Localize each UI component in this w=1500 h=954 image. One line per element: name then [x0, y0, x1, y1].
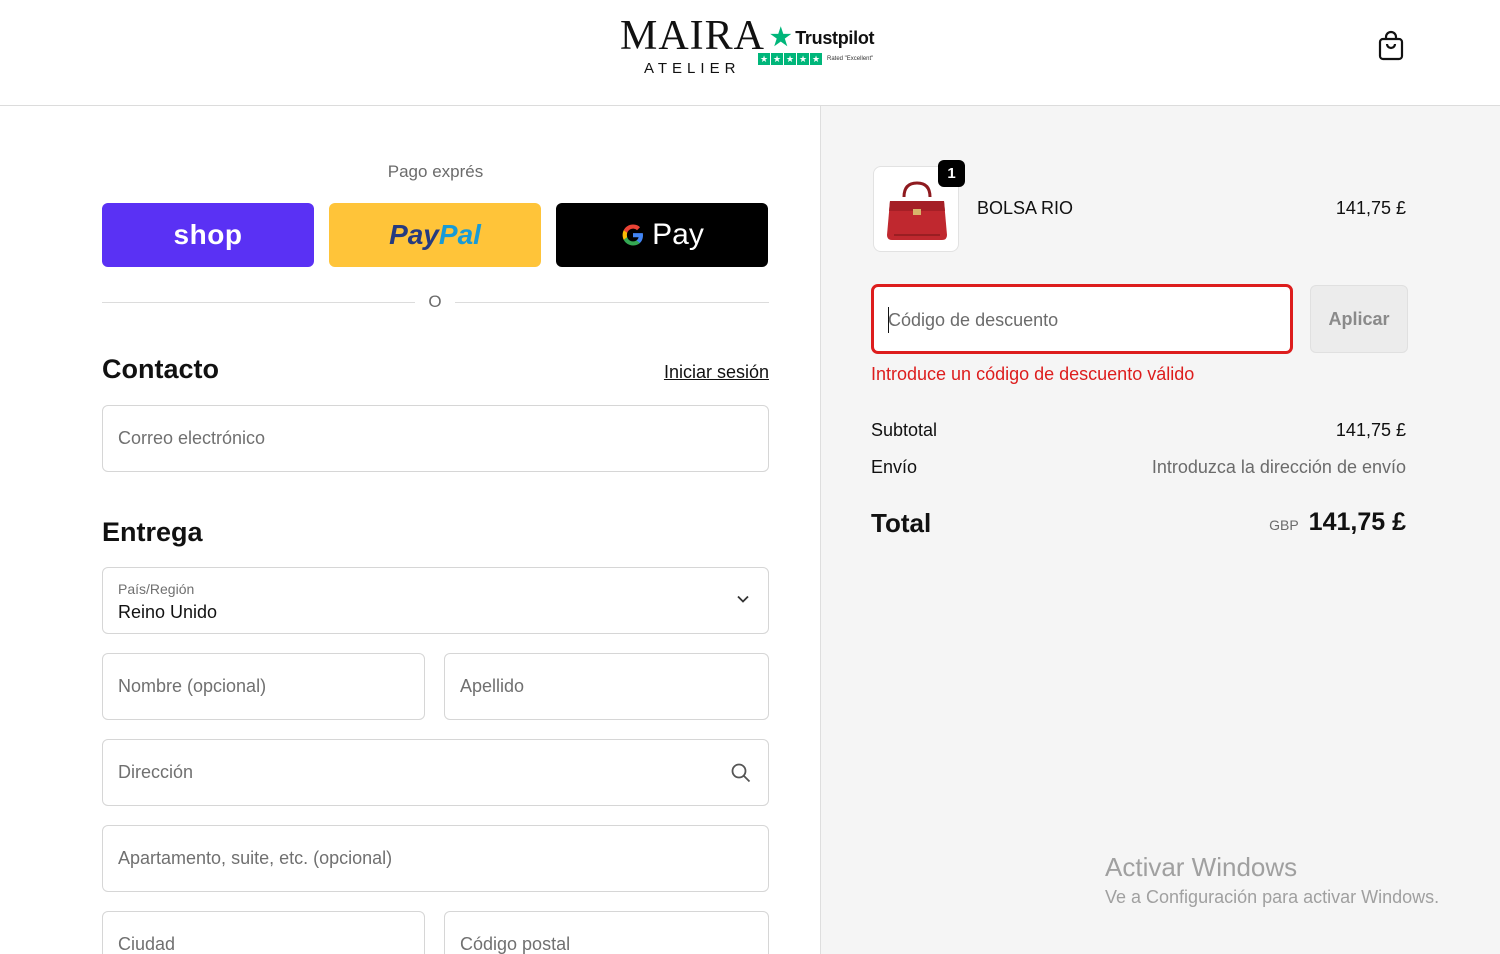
postcode-placeholder: Código postal — [460, 934, 571, 954]
discount-code-input[interactable]: Código de descuento — [871, 284, 1293, 354]
email-field[interactable]: Correo electrónico — [102, 405, 769, 472]
shop-pay-label: shop — [173, 219, 243, 250]
trustpilot-rated-text: Rated "Excellent" — [827, 56, 874, 62]
total-label: Total — [871, 508, 932, 538]
trustpilot-badge: ★ Trustpilot ★ ★ ★ ★ ★ Rated "Excellent" — [758, 24, 890, 70]
first-name-placeholder: Nombre (opcional) — [118, 676, 267, 696]
address-field[interactable]: Dirección — [102, 739, 769, 806]
logo-sub-text: ATELIER — [644, 60, 741, 77]
paypal-label-pal: Pal — [438, 219, 481, 250]
total-currency: GBP — [1269, 517, 1299, 533]
apply-discount-button[interactable]: Aplicar — [1310, 285, 1408, 353]
discount-placeholder: Código de descuento — [888, 310, 1059, 330]
postcode-field[interactable]: Código postal — [444, 911, 769, 954]
city-field[interactable]: Ciudad — [102, 911, 425, 954]
last-name-field[interactable]: Apellido — [444, 653, 769, 720]
shop-pay-button[interactable]: shop — [102, 203, 314, 267]
trustpilot-star-icon: ★ — [770, 24, 792, 51]
product-name: BOLSA RIO — [977, 198, 1074, 218]
quantity-badge: 1 — [938, 160, 965, 187]
login-link[interactable]: Iniciar sesión — [664, 362, 769, 383]
search-icon — [731, 763, 751, 783]
google-pay-button[interactable]: Pay — [556, 203, 768, 267]
subtotal-label: Subtotal — [871, 420, 938, 440]
star-icon: ★ — [758, 53, 770, 65]
last-name-placeholder: Apellido — [460, 676, 525, 696]
paypal-label-pay: Pay — [389, 219, 439, 250]
total-value-group: GBP 141,75 £ — [1269, 508, 1406, 537]
express-checkout-title: Pago exprés — [387, 162, 484, 181]
paypal-button[interactable]: Pay Pal — [329, 203, 541, 267]
store-logo[interactable]: MAIRA ATELIER — [620, 13, 766, 80]
email-placeholder: Correo electrónico — [118, 428, 266, 448]
discount-error-message: Introduce un código de descuento válido — [871, 364, 1195, 384]
order-summary: 1 BOLSA RIO 141,75 £ Código de descuento… — [820, 106, 1500, 954]
country-select[interactable]: País/Región Reino Unido — [102, 567, 769, 634]
address-placeholder: Dirección — [118, 762, 194, 782]
header: MAIRA ATELIER ★ Trustpilot ★ ★ ★ ★ ★ Rat… — [0, 0, 1500, 106]
google-g-icon — [622, 224, 644, 246]
city-placeholder: Ciudad — [118, 934, 176, 954]
total-amount: 141,75 £ — [1308, 508, 1406, 536]
product-price: 141,75 £ — [1335, 198, 1406, 218]
country-value: Reino Unido — [118, 602, 218, 622]
chevron-down-icon — [737, 595, 749, 603]
country-label: País/Región — [118, 581, 195, 597]
first-name-field[interactable]: Nombre (opcional) — [102, 653, 425, 720]
star-icon: ★ — [784, 53, 796, 65]
watermark-title: Activar Windows — [1105, 852, 1298, 882]
contact-section-title: Contacto — [102, 354, 219, 384]
apartment-placeholder: Apartamento, suite, etc. (opcional) — [118, 848, 393, 868]
star-icon: ★ — [797, 53, 809, 65]
trustpilot-rating-stars: ★ ★ ★ ★ ★ — [758, 53, 822, 65]
trustpilot-name: Trustpilot — [795, 27, 875, 48]
windows-activation-watermark: Activar Windows Ve a Configuración para … — [1105, 852, 1439, 908]
checkout-form: Pago exprés shop Pay Pal Pay O Contacto I… — [102, 106, 769, 954]
star-icon: ★ — [771, 53, 783, 65]
subtotal-value: 141,75 £ — [1335, 420, 1406, 440]
apartment-field[interactable]: Apartamento, suite, etc. (opcional) — [102, 825, 769, 892]
star-icon: ★ — [810, 53, 822, 65]
shipping-label: Envío — [871, 457, 918, 477]
delivery-section-title: Entrega — [102, 517, 203, 547]
shipping-value: Introduzca la dirección de envío — [1151, 457, 1406, 477]
logo-main-text: MAIRA — [620, 13, 766, 59]
google-pay-label: Pay — [652, 218, 704, 251]
divider-or-text: O — [415, 292, 455, 312]
shopping-bag-icon[interactable] — [1376, 30, 1406, 62]
watermark-subtitle: Ve a Configuración para activar Windows. — [1105, 887, 1440, 907]
